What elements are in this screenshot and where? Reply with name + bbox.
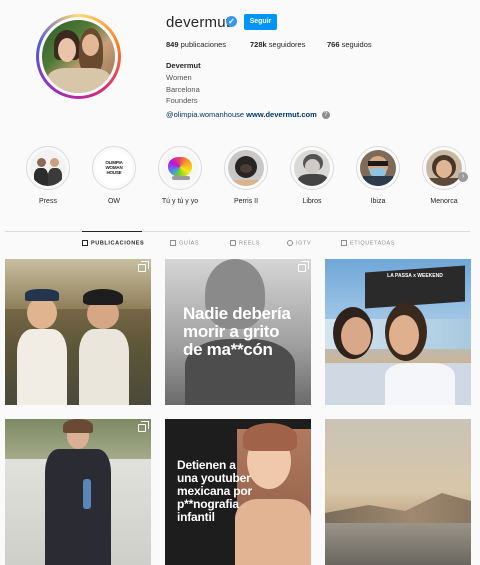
profile-name: Devermut: [166, 61, 201, 70]
highlight-cover: [30, 150, 66, 186]
bio-mention-link[interactable]: @olimpia.womanhouse: [166, 110, 244, 119]
active-tab-indicator: [82, 231, 142, 232]
bio-website-link[interactable]: www.devermut.com: [246, 110, 317, 119]
highlight-label: Menorca: [430, 198, 458, 205]
grid-icon: [82, 240, 88, 246]
post-thumbnail[interactable]: [5, 419, 151, 565]
highlight-cover: OLIMPIA WOMAN HOUSE: [96, 150, 132, 186]
chevron-right-icon[interactable]: ›: [458, 172, 468, 182]
highlight-cover: [162, 150, 198, 186]
reels-icon: [230, 240, 236, 246]
tagged-icon: [341, 240, 347, 246]
stage-sign: LA PASSA x WEEKEND: [387, 273, 443, 279]
highlight-label: Ibiza: [370, 198, 386, 205]
bio-line: Women: [166, 72, 192, 82]
bio-line: Barcelona: [166, 84, 200, 94]
carousel-icon: [298, 261, 309, 272]
igtv-icon: [287, 240, 293, 246]
post-thumbnail[interactable]: LA PASSA x WEEKEND: [325, 259, 471, 405]
highlight-cover: [426, 150, 462, 186]
follow-button[interactable]: Seguir: [244, 14, 277, 30]
guide-icon: [170, 240, 176, 246]
profile-avatar[interactable]: [36, 14, 121, 99]
highlight-tu-y-tu-y-yo[interactable]: Tú y tú y yo: [157, 146, 203, 205]
tab-etiquetadas[interactable]: ETIQUETADAS: [341, 240, 395, 246]
ow-logo: OLIMPIA WOMAN HOUSE: [105, 160, 123, 175]
highlight-libros[interactable]: Libros: [289, 146, 335, 205]
highlight-label: OW: [107, 198, 121, 205]
posts-count-stat: 849 publicaciones: [166, 40, 227, 49]
bio-line: Founders: [166, 96, 198, 106]
avatar-photo: [42, 20, 115, 93]
highlight-press[interactable]: Press: [25, 146, 71, 205]
post-thumbnail[interactable]: Detienen a una youtuber mexicana por p**…: [165, 419, 311, 565]
profile-stats: 849 publicaciones 728k seguidores 766 se…: [166, 40, 416, 52]
info-icon[interactable]: ?: [321, 111, 330, 120]
highlight-perris-ii[interactable]: Perris II: [223, 146, 269, 205]
post-caption: Nadie debería morir a grito de ma**cón: [183, 304, 291, 359]
highlight-label: Press: [39, 198, 57, 205]
highlight-cover: [294, 150, 330, 186]
highlight-ibiza[interactable]: Ibiza: [355, 146, 401, 205]
post-thumbnail[interactable]: [325, 419, 471, 565]
highlight-cover: [360, 150, 396, 186]
highlight-label: Libros: [302, 198, 322, 205]
tab-reels[interactable]: REELS: [230, 240, 260, 246]
post-thumbnail[interactable]: Nadie debería morir a grito de ma**cón: [165, 259, 311, 405]
highlight-label: Tú y tú y yo: [161, 198, 199, 205]
highlight-cover: [228, 150, 264, 186]
tabs-divider: [5, 231, 470, 232]
highlight-label: Perris II: [233, 198, 259, 205]
followers-count-stat[interactable]: 728k seguidores: [250, 40, 305, 49]
highlight-ow[interactable]: OLIMPIA WOMAN HOUSE OW: [91, 146, 137, 205]
carousel-icon: [138, 421, 149, 432]
profile-bio: Devermut Women Barcelona Founders: [166, 60, 201, 107]
post-caption: Detienen a una youtuber mexicana por p**…: [177, 458, 252, 524]
verified-badge-icon: ✓: [226, 16, 237, 27]
post-thumbnail[interactable]: [5, 259, 151, 405]
tab-guias[interactable]: GUÍAS: [170, 240, 199, 246]
bio-links: @olimpia.womanhouse www.devermut.com ?: [166, 110, 330, 120]
profile-username: devermut: [166, 14, 231, 31]
following-count-stat[interactable]: 766 seguidos: [327, 40, 372, 49]
carousel-icon: [138, 261, 149, 272]
tab-igtv[interactable]: IGTV: [287, 240, 311, 246]
tab-publicaciones[interactable]: PUBLICACIONES: [82, 240, 144, 246]
